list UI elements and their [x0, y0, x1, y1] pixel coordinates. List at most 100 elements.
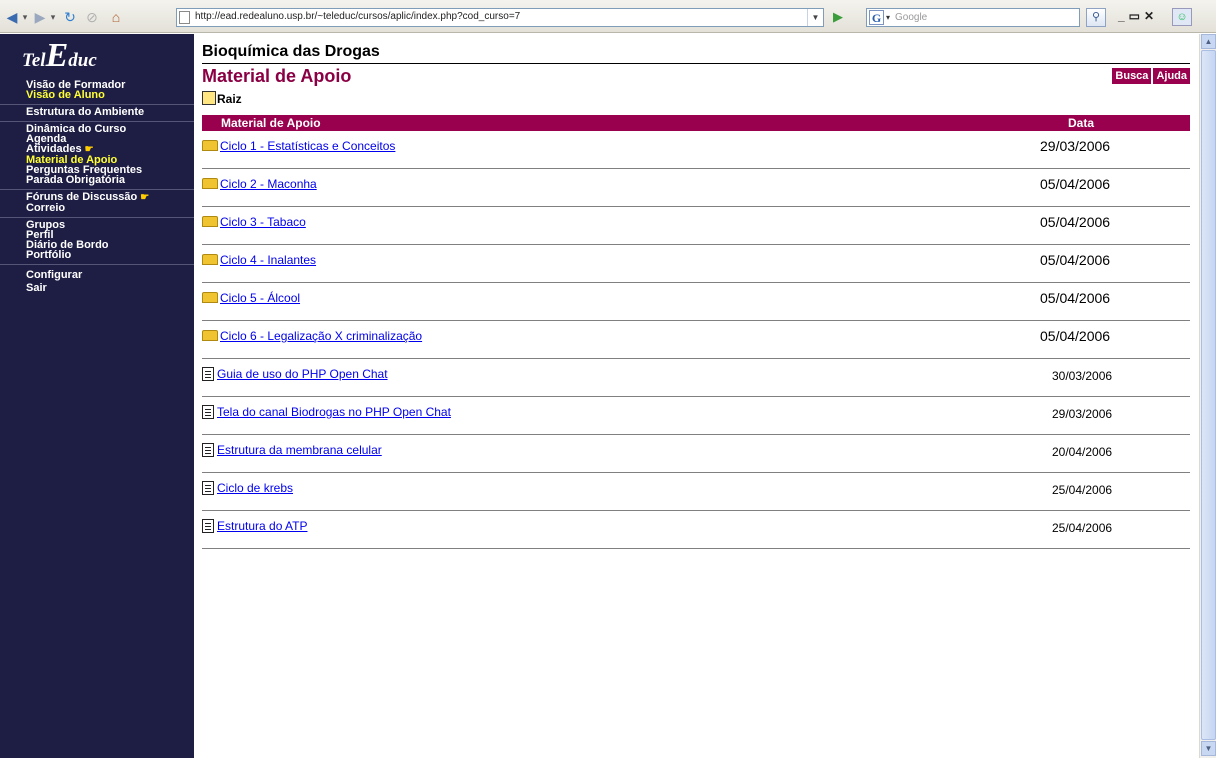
material-date: 05/04/2006	[1040, 252, 1111, 268]
window-controls[interactable]: _▭✕	[1118, 9, 1158, 23]
scroll-down-arrow-icon[interactable]: ▼	[1201, 741, 1216, 756]
back-arrow-icon[interactable]: ◀	[4, 8, 20, 26]
sidebar-item-configurar[interactable]: Configurar	[26, 267, 194, 283]
table-row: Ciclo de krebs 25/04/2006	[202, 473, 1190, 511]
material-item: Ciclo de krebs	[202, 481, 293, 495]
forward-dropdown-icon[interactable]: ▾	[49, 8, 57, 26]
material-date: 29/03/2006	[1052, 407, 1113, 421]
material-link[interactable]: Ciclo 6 - Legalização X criminalização	[220, 329, 422, 343]
material-date: 20/04/2006	[1052, 445, 1113, 459]
document-icon	[202, 367, 214, 381]
search-placeholder[interactable]: Google	[895, 12, 927, 23]
table-header: Material de Apoio Data	[202, 115, 1190, 131]
material-link[interactable]: Ciclo 4 - Inalantes	[220, 253, 316, 267]
sidebar-item-visao-aluno[interactable]: Visão de Aluno	[26, 90, 194, 101]
help-link-button[interactable]: Ajuda	[1153, 68, 1190, 84]
table-row: Ciclo 5 - Álcool 05/04/2006	[202, 283, 1190, 321]
url-text[interactable]: http://ead.redealuno.usp.br/~teleduc/cur…	[195, 11, 520, 22]
material-item: Ciclo 5 - Álcool	[202, 291, 300, 305]
back-dropdown-icon[interactable]: ▾	[21, 8, 29, 26]
nav-group-structure: Estrutura do Ambiente	[0, 104, 194, 121]
stop-icon[interactable]: ⊘	[84, 8, 100, 26]
material-date: 05/04/2006	[1040, 214, 1111, 230]
search-link-button[interactable]: Busca	[1112, 68, 1152, 84]
scroll-up-arrow-icon[interactable]: ▲	[1201, 34, 1216, 49]
material-link[interactable]: Tela do canal Biodrogas no PHP Open Chat	[217, 405, 451, 419]
material-item: Ciclo 3 - Tabaco	[202, 215, 306, 229]
magnifier-icon[interactable]: ⚲	[1086, 8, 1106, 27]
sidebar-item-correio[interactable]: Correio	[26, 203, 194, 214]
sidebar: TelEduc Visão de Formador Visão de Aluno…	[0, 34, 194, 758]
address-bar[interactable]: http://ead.redealuno.usp.br/~teleduc/cur…	[176, 8, 824, 27]
document-icon	[202, 443, 214, 457]
browser-toolbar: ◀ ▾ ▶ ▾ ↻ ⊘ ⌂ http://ead.redealuno.usp.b…	[0, 0, 1216, 33]
material-item: Estrutura da membrana celular	[202, 443, 382, 457]
material-link[interactable]: Estrutura da membrana celular	[217, 443, 382, 457]
material-item: Guia de uso do PHP Open Chat	[202, 367, 388, 381]
document-icon	[202, 481, 214, 495]
material-link[interactable]: Ciclo 5 - Álcool	[220, 291, 300, 305]
material-link[interactable]: Ciclo 1 - Estatísticas e Conceitos	[220, 139, 395, 153]
sidebar-item-sair[interactable]: Sair	[26, 283, 194, 294]
folder-icon	[202, 178, 218, 189]
sidebar-item-estrutura-ambiente[interactable]: Estrutura do Ambiente	[26, 107, 194, 118]
sidebar-item-parada-obrigatoria[interactable]: Parada Obrigatória	[26, 175, 194, 186]
sidebar-item-portfolio[interactable]: Portfólio	[26, 250, 194, 261]
table-row: Ciclo 6 - Legalização X criminalização 0…	[202, 321, 1190, 359]
material-link[interactable]: Guia de uso do PHP Open Chat	[217, 367, 388, 381]
material-link[interactable]: Ciclo de krebs	[217, 481, 293, 495]
material-item: Tela do canal Biodrogas no PHP Open Chat	[202, 405, 451, 419]
document-icon	[202, 405, 214, 419]
table-row: Ciclo 1 - Estatísticas e Conceitos 29/03…	[202, 131, 1190, 169]
material-link[interactable]: Ciclo 3 - Tabaco	[220, 215, 306, 229]
material-item: Ciclo 1 - Estatísticas e Conceitos	[202, 139, 395, 153]
table-row: Ciclo 3 - Tabaco 05/04/2006	[202, 207, 1190, 245]
nav-group-people: Grupos Perfil Diário de Bordo Portfólio	[0, 217, 194, 264]
materials-table: Material de Apoio Data Ciclo 1 - Estatís…	[202, 115, 1190, 549]
column-header-material: Material de Apoio	[221, 116, 321, 130]
material-date: 05/04/2006	[1040, 290, 1111, 306]
root-label: Raiz	[217, 92, 242, 106]
folder-icon	[202, 292, 218, 303]
reload-icon[interactable]: ↻	[62, 8, 78, 26]
vertical-scrollbar[interactable]: ▲ ▼	[1199, 34, 1216, 758]
folder-icon	[202, 254, 218, 265]
material-date: 05/04/2006	[1040, 328, 1111, 344]
page-icon	[179, 11, 190, 24]
logo-text-e: E	[45, 37, 69, 74]
google-logo-icon[interactable]: G	[869, 10, 884, 25]
folder-icon	[202, 330, 218, 341]
home-icon[interactable]: ⌂	[108, 8, 124, 26]
folder-tree-icon	[202, 91, 216, 105]
material-item: Ciclo 6 - Legalização X criminalização	[202, 329, 422, 343]
table-row: Guia de uso do PHP Open Chat 30/03/2006	[202, 359, 1190, 397]
go-arrow-icon[interactable]: ▶	[833, 8, 847, 26]
material-item: Ciclo 2 - Maconha	[202, 177, 317, 191]
material-date: 30/03/2006	[1052, 369, 1113, 383]
table-row: Ciclo 4 - Inalantes 05/04/2006	[202, 245, 1190, 283]
column-header-date: Data	[1068, 116, 1095, 130]
addon-icon[interactable]: ☺	[1172, 8, 1192, 26]
root-breadcrumb[interactable]: Raiz	[202, 89, 1190, 109]
search-engine-dropdown-icon[interactable]: ▾	[886, 10, 890, 25]
nav-group-settings: Configurar Sair	[0, 264, 194, 297]
search-bar[interactable]: G ▾ Google	[866, 8, 1080, 27]
teleduc-logo: TelEduc	[22, 38, 97, 74]
material-item: Estrutura do ATP	[202, 519, 308, 533]
material-date: 25/04/2006	[1052, 483, 1113, 497]
logo-text-duc: duc	[68, 50, 97, 71]
document-icon	[202, 519, 214, 533]
folder-icon	[202, 216, 218, 227]
material-date: 29/03/2006	[1040, 138, 1111, 154]
table-row: Estrutura da membrana celular 20/04/2006	[202, 435, 1190, 473]
scrollbar-thumb[interactable]	[1201, 50, 1216, 740]
table-row: Ciclo 2 - Maconha 05/04/2006	[202, 169, 1190, 207]
material-link[interactable]: Estrutura do ATP	[217, 519, 308, 533]
forward-arrow-icon[interactable]: ▶	[32, 8, 48, 26]
logo-text-tel: Tel	[22, 50, 46, 71]
nav-group-course: Dinâmica do Curso Agenda Atividades ☛ Mat…	[0, 121, 194, 189]
url-dropdown-icon[interactable]: ▼	[807, 9, 823, 26]
material-link[interactable]: Ciclo 2 - Maconha	[220, 177, 317, 191]
course-title: Bioquímica das Drogas	[202, 42, 1190, 64]
main-content: Bioquímica das Drogas Material de Apoio …	[202, 42, 1190, 549]
